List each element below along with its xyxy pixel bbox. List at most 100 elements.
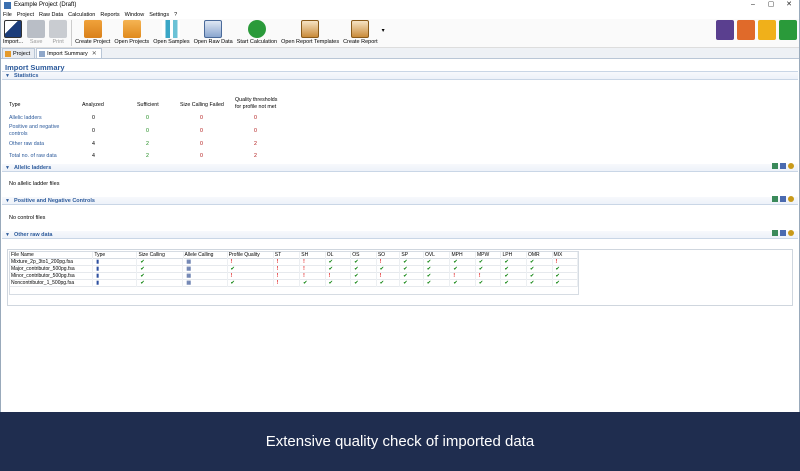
tab-import-summary[interactable]: Import Summary ✕ <box>36 48 102 58</box>
open-raw-data-button[interactable]: Open Raw Data <box>194 19 233 48</box>
column-header[interactable]: MPH <box>450 252 476 259</box>
menu-raw-data[interactable]: Raw Data <box>39 12 63 18</box>
column-header[interactable]: Profile Quality <box>228 252 274 259</box>
minimize-icon[interactable]: – <box>745 0 761 9</box>
open-projects-button[interactable]: Open Projects <box>114 19 149 48</box>
summary-icon <box>39 50 46 57</box>
menu-file[interactable]: File <box>3 12 12 18</box>
column-header[interactable]: Type <box>93 252 138 259</box>
save-icon <box>27 20 46 38</box>
search-icon[interactable] <box>788 163 794 169</box>
save-button[interactable]: Save <box>27 19 46 48</box>
allele-calling-icon: ▦ <box>183 273 228 280</box>
print-button[interactable]: Print <box>49 19 68 48</box>
dna-perspective-icon[interactable] <box>716 20 734 40</box>
open-samples-button[interactable]: Open Samples <box>153 19 190 48</box>
allelic-ladders-header[interactable]: ▼ Allelic ladders <box>2 164 798 172</box>
controls-message: No control files <box>9 215 46 221</box>
export-table-icon[interactable] <box>780 163 786 169</box>
table-row[interactable]: Major_contributor_500pg.fsa ▮ ✔ ▦ ✔!! ✔ ✔ ✔ ✔ ✔ ✔ ✔… <box>10 266 579 273</box>
column-header[interactable]: Size Calling <box>137 252 184 259</box>
create-project-button[interactable]: Create Project <box>75 19 110 48</box>
column-header[interactable]: SO <box>377 252 401 259</box>
warning-icon: ! <box>450 273 476 280</box>
menu-window[interactable]: Window <box>125 12 145 18</box>
table-row[interactable]: Mixture_2p_3to1_200pg.fsa ▮ ✔ ▦!!! ✔ ✔! ✔ ✔ ✔ ✔ ✔ ✔… <box>10 259 579 266</box>
check-icon: ✔ <box>501 273 527 280</box>
cell-failed: 0 <box>200 128 203 134</box>
export-chart-icon[interactable] <box>772 230 778 236</box>
collapse-icon: ▼ <box>5 197 10 204</box>
collapse-icon: ▼ <box>5 164 10 171</box>
controls-header[interactable]: ▼ Positive and Negative Controls <box>2 197 798 205</box>
column-header[interactable]: SP <box>400 252 424 259</box>
close-tab-icon[interactable]: ✕ <box>92 50 97 57</box>
other-raw-data-header[interactable]: ▼ Other raw data <box>2 231 798 239</box>
caption-text: Extensive quality check of imported data <box>265 433 535 450</box>
check-icon: ✔ <box>553 266 579 273</box>
caption-banner: Extensive quality check of imported data <box>0 412 800 471</box>
tree-perspective-icon[interactable] <box>758 20 776 40</box>
column-header[interactable]: LPH <box>501 252 527 259</box>
table-row[interactable]: Minor_contributor_500pg.fsa ▮ ✔ ▦!!!! ✔! ✔ ✔!!… <box>10 273 579 280</box>
allelic-ladders-message: No allelic ladder files <box>9 181 60 187</box>
sample-type-icon: ▮ <box>93 280 138 287</box>
export-table-icon[interactable] <box>780 230 786 236</box>
col-analyzed: Analyzed <box>82 102 104 108</box>
open-report-templates-button[interactable]: Open Report Templates <box>281 19 339 48</box>
column-header[interactable]: File Name <box>10 252 94 259</box>
close-icon[interactable]: ✕ <box>781 0 797 9</box>
search-icon[interactable] <box>788 196 794 202</box>
row-type-total[interactable]: Total no. of raw data <box>9 153 57 159</box>
column-header[interactable]: OS <box>351 252 377 259</box>
warning-icon: ! <box>300 259 326 266</box>
column-header[interactable]: OL <box>326 252 352 259</box>
check-icon: ✔ <box>351 259 377 266</box>
menu-help[interactable]: ? <box>174 12 177 18</box>
people-perspective-icon[interactable] <box>737 20 755 40</box>
check-icon: ✔ <box>377 266 401 273</box>
group-perspective-icon[interactable] <box>779 20 797 40</box>
check-icon: ✔ <box>228 266 274 273</box>
folder-open-icon <box>122 20 141 38</box>
table-row[interactable]: Noncontributor_1_500pg.fsa ▮ ✔ ▦ ✔! ✔ ✔ ✔ ✔ ✔ ✔ ✔ ✔ ✔… <box>10 280 579 287</box>
menu-project[interactable]: Project <box>17 12 34 18</box>
check-icon: ✔ <box>326 280 352 287</box>
cell-sufficient: 0 <box>146 115 149 121</box>
sample-type-icon: ▮ <box>93 273 138 280</box>
column-header[interactable]: ST <box>274 252 301 259</box>
file-name-cell: Mixture_2p_3to1_200pg.fsa <box>10 259 94 266</box>
check-icon: ✔ <box>501 280 527 287</box>
import-button[interactable]: Import... <box>3 19 23 48</box>
create-report-dropdown-icon[interactable]: ▾ <box>382 27 385 34</box>
file-name-cell: Noncontributor_1_500pg.fsa <box>10 280 94 287</box>
export-chart-icon[interactable] <box>772 196 778 202</box>
row-type-controls-2[interactable]: controls <box>9 131 28 137</box>
column-header[interactable]: OVL <box>424 252 451 259</box>
row-type-allelic[interactable]: Allelic ladders <box>9 115 42 121</box>
search-icon[interactable] <box>788 230 794 236</box>
column-header[interactable]: Allele Calling <box>184 252 228 259</box>
export-table-icon[interactable] <box>780 196 786 202</box>
editor-tab-bar: Project Import Summary ✕ <box>1 48 799 59</box>
cell-failed: 0 <box>200 115 203 121</box>
column-header[interactable]: OMR <box>527 252 553 259</box>
tab-project[interactable]: Project <box>2 48 36 58</box>
folder-icon <box>5 50 11 57</box>
menu-settings[interactable]: Settings <box>149 12 169 18</box>
column-header[interactable]: SH <box>300 252 326 259</box>
check-icon: ✔ <box>527 273 553 280</box>
column-header[interactable]: MPW <box>476 252 502 259</box>
column-header[interactable]: MIX <box>553 252 579 259</box>
menu-reports[interactable]: Reports <box>100 12 119 18</box>
maximize-icon[interactable]: ▢ <box>763 0 779 9</box>
start-calculation-button[interactable]: Start Calculation <box>237 19 277 48</box>
create-report-button[interactable]: Create Report <box>343 19 378 48</box>
row-type-controls-1[interactable]: Positive and negative <box>9 124 59 130</box>
row-type-other[interactable]: Other raw data <box>9 141 44 147</box>
toolbar-separator <box>71 20 73 46</box>
warning-icon: ! <box>377 273 401 280</box>
export-chart-icon[interactable] <box>772 163 778 169</box>
menu-calculation[interactable]: Calculation <box>68 12 95 18</box>
check-icon: ✔ <box>476 259 502 266</box>
